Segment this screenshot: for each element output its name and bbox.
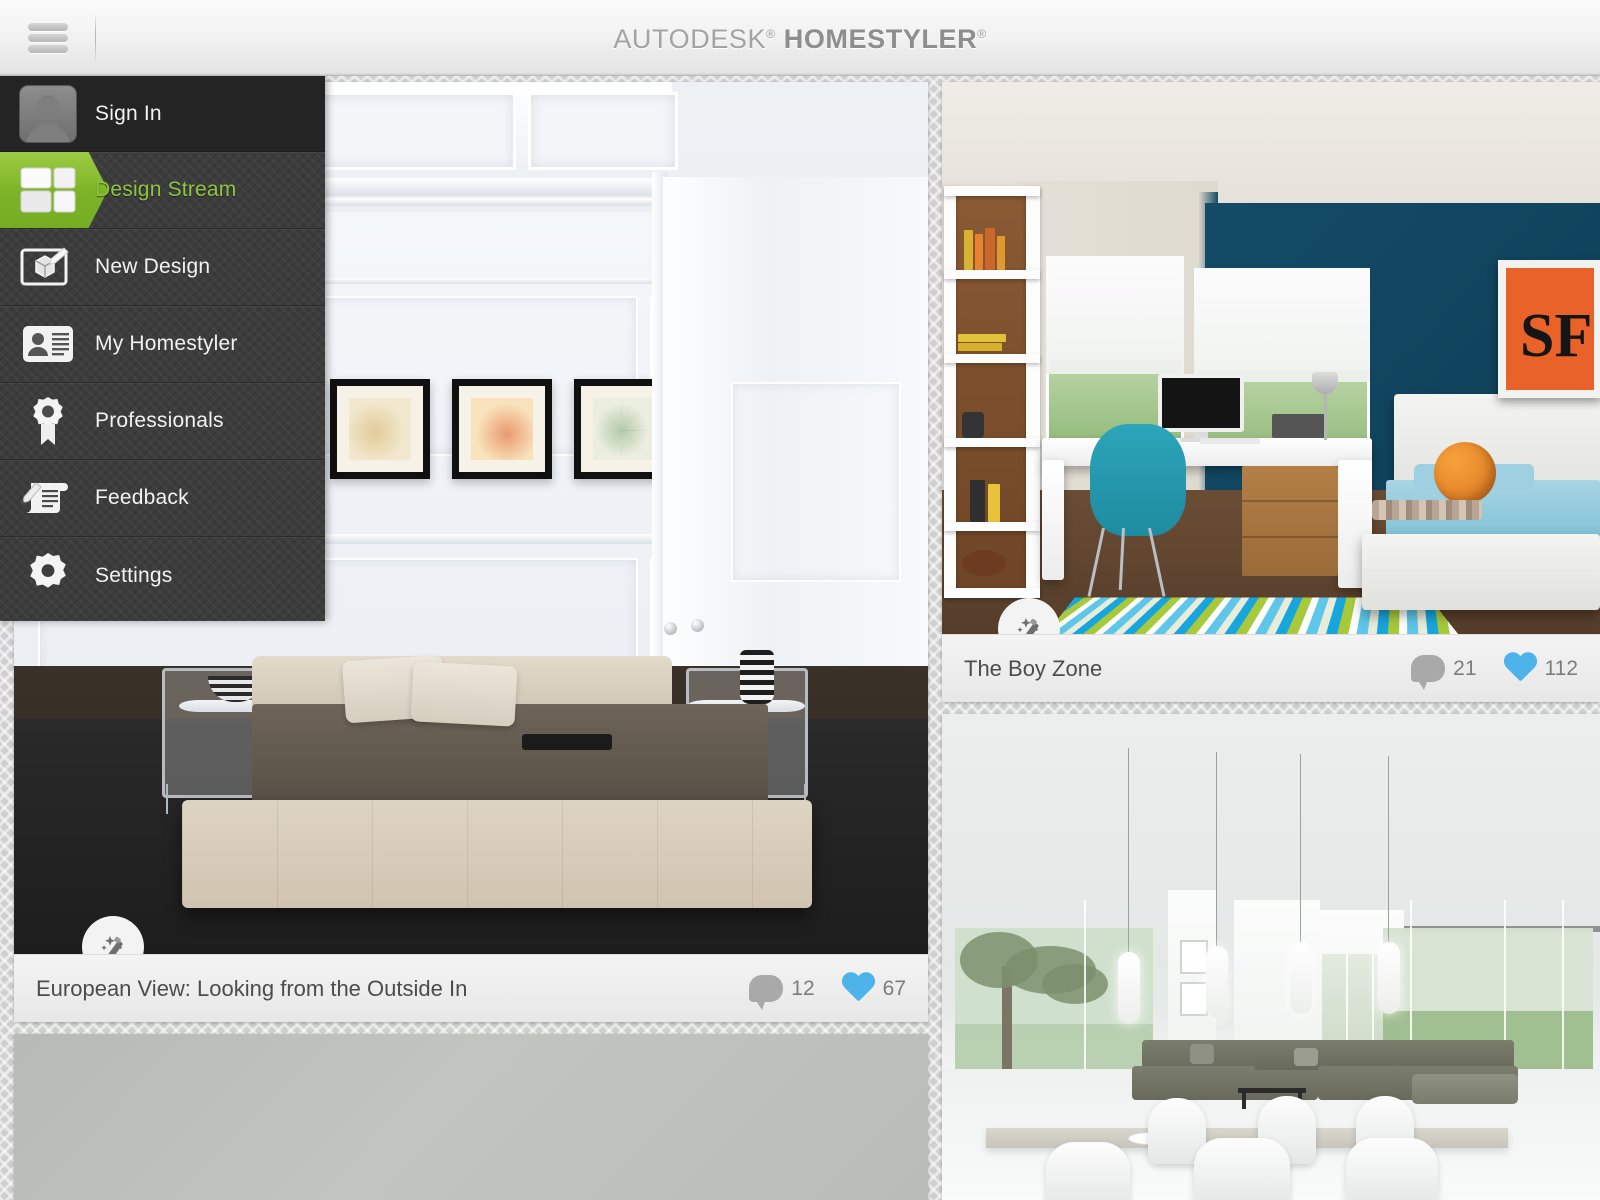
comment-count: 12 — [791, 976, 815, 1000]
room-render-modern-dining — [942, 714, 1600, 1200]
sidebar-item-settings[interactable]: Settings — [0, 537, 325, 614]
cube-pencil-icon — [20, 247, 69, 286]
like-count: 67 — [882, 976, 906, 1000]
sidebar-item-label: My Homestyler — [95, 332, 238, 355]
sidebar-item-my-homestyler[interactable]: My Homestyler — [0, 306, 325, 383]
card-stats: 12 67 — [749, 973, 906, 1010]
registered-mark-icon: ® — [977, 27, 987, 41]
like-count: 112 — [1544, 656, 1578, 680]
design-thumbnail[interactable] — [942, 714, 1600, 1200]
card-footer: European View: Looking from the Outside … — [14, 954, 928, 1022]
grid-layout-icon — [0, 167, 95, 213]
sidebar-item-label: New Design — [95, 255, 211, 278]
avatar — [18, 84, 77, 143]
like-stat[interactable]: 112 — [1503, 653, 1578, 684]
sidebar-item-label: Feedback — [95, 486, 189, 509]
cube-pencil-icon — [0, 244, 95, 290]
sidebar-item-sign-in[interactable]: Sign In — [0, 76, 325, 152]
sidebar-item-feedback[interactable]: Feedback — [0, 460, 325, 537]
app-root: AUTODESK® HOMESTYLER® European View: Loo… — [0, 0, 1600, 1200]
comment-stat[interactable]: 21 — [1411, 655, 1477, 690]
sidebar-item-professionals[interactable]: Professionals — [0, 383, 325, 460]
award-ribbon-icon — [32, 397, 63, 445]
gear-icon — [0, 551, 95, 601]
design-card-the-boy-zone[interactable]: SF The Boy Zone 21 112 — [942, 82, 1600, 702]
like-stat[interactable]: 67 — [841, 973, 906, 1004]
design-title: The Boy Zone — [964, 655, 1103, 681]
speech-bubble-icon — [1411, 655, 1446, 690]
sidebar-item-label: Professionals — [95, 409, 224, 432]
heart-icon — [1503, 653, 1537, 684]
comment-stat[interactable]: 12 — [749, 975, 815, 1010]
brand-autodesk: AUTODESK — [613, 24, 767, 54]
sidebar-item-new-design[interactable]: New Design — [0, 229, 325, 306]
speech-bubble-icon — [749, 975, 784, 1010]
magic-wand-icon — [101, 936, 123, 954]
card-stats: 21 112 — [1411, 653, 1578, 690]
pencil-paper-icon — [21, 482, 68, 513]
card-footer: The Boy Zone 21 112 — [942, 634, 1600, 702]
sidebar-item-label: Sign In — [95, 101, 162, 125]
app-title: AUTODESK® HOMESTYLER® — [0, 24, 1600, 55]
design-title: European View: Looking from the Outside … — [36, 975, 468, 1001]
brand-homestyler: HOMESTYLER — [783, 24, 978, 54]
sidebar-item-design-stream[interactable]: Design Stream — [0, 152, 325, 229]
comment-count: 21 — [1453, 656, 1477, 680]
grid-layout-icon — [20, 167, 75, 213]
gear-icon — [29, 552, 66, 588]
app-header: AUTODESK® HOMESTYLER® — [0, 0, 1600, 76]
sidebar-item-label: Design Stream — [95, 178, 237, 201]
award-ribbon-icon — [0, 395, 95, 447]
sidebar-item-label: Settings — [95, 563, 173, 587]
design-card-modern-dining[interactable] — [942, 714, 1600, 1200]
design-thumbnail[interactable]: SF — [942, 82, 1600, 634]
magic-wand-icon — [1017, 618, 1039, 634]
id-card-icon — [0, 323, 95, 365]
registered-mark-icon: ® — [766, 27, 776, 41]
heart-icon — [841, 973, 875, 1004]
id-card-icon — [22, 326, 73, 362]
pencil-paper-icon — [0, 475, 95, 521]
main-menu-sidebar: Sign In Design Stream New Design My Home… — [0, 76, 325, 621]
user-avatar-icon — [0, 84, 95, 143]
room-render-boy-bedroom: SF — [942, 82, 1600, 634]
design-card-loading-placeholder[interactable] — [14, 1034, 928, 1200]
